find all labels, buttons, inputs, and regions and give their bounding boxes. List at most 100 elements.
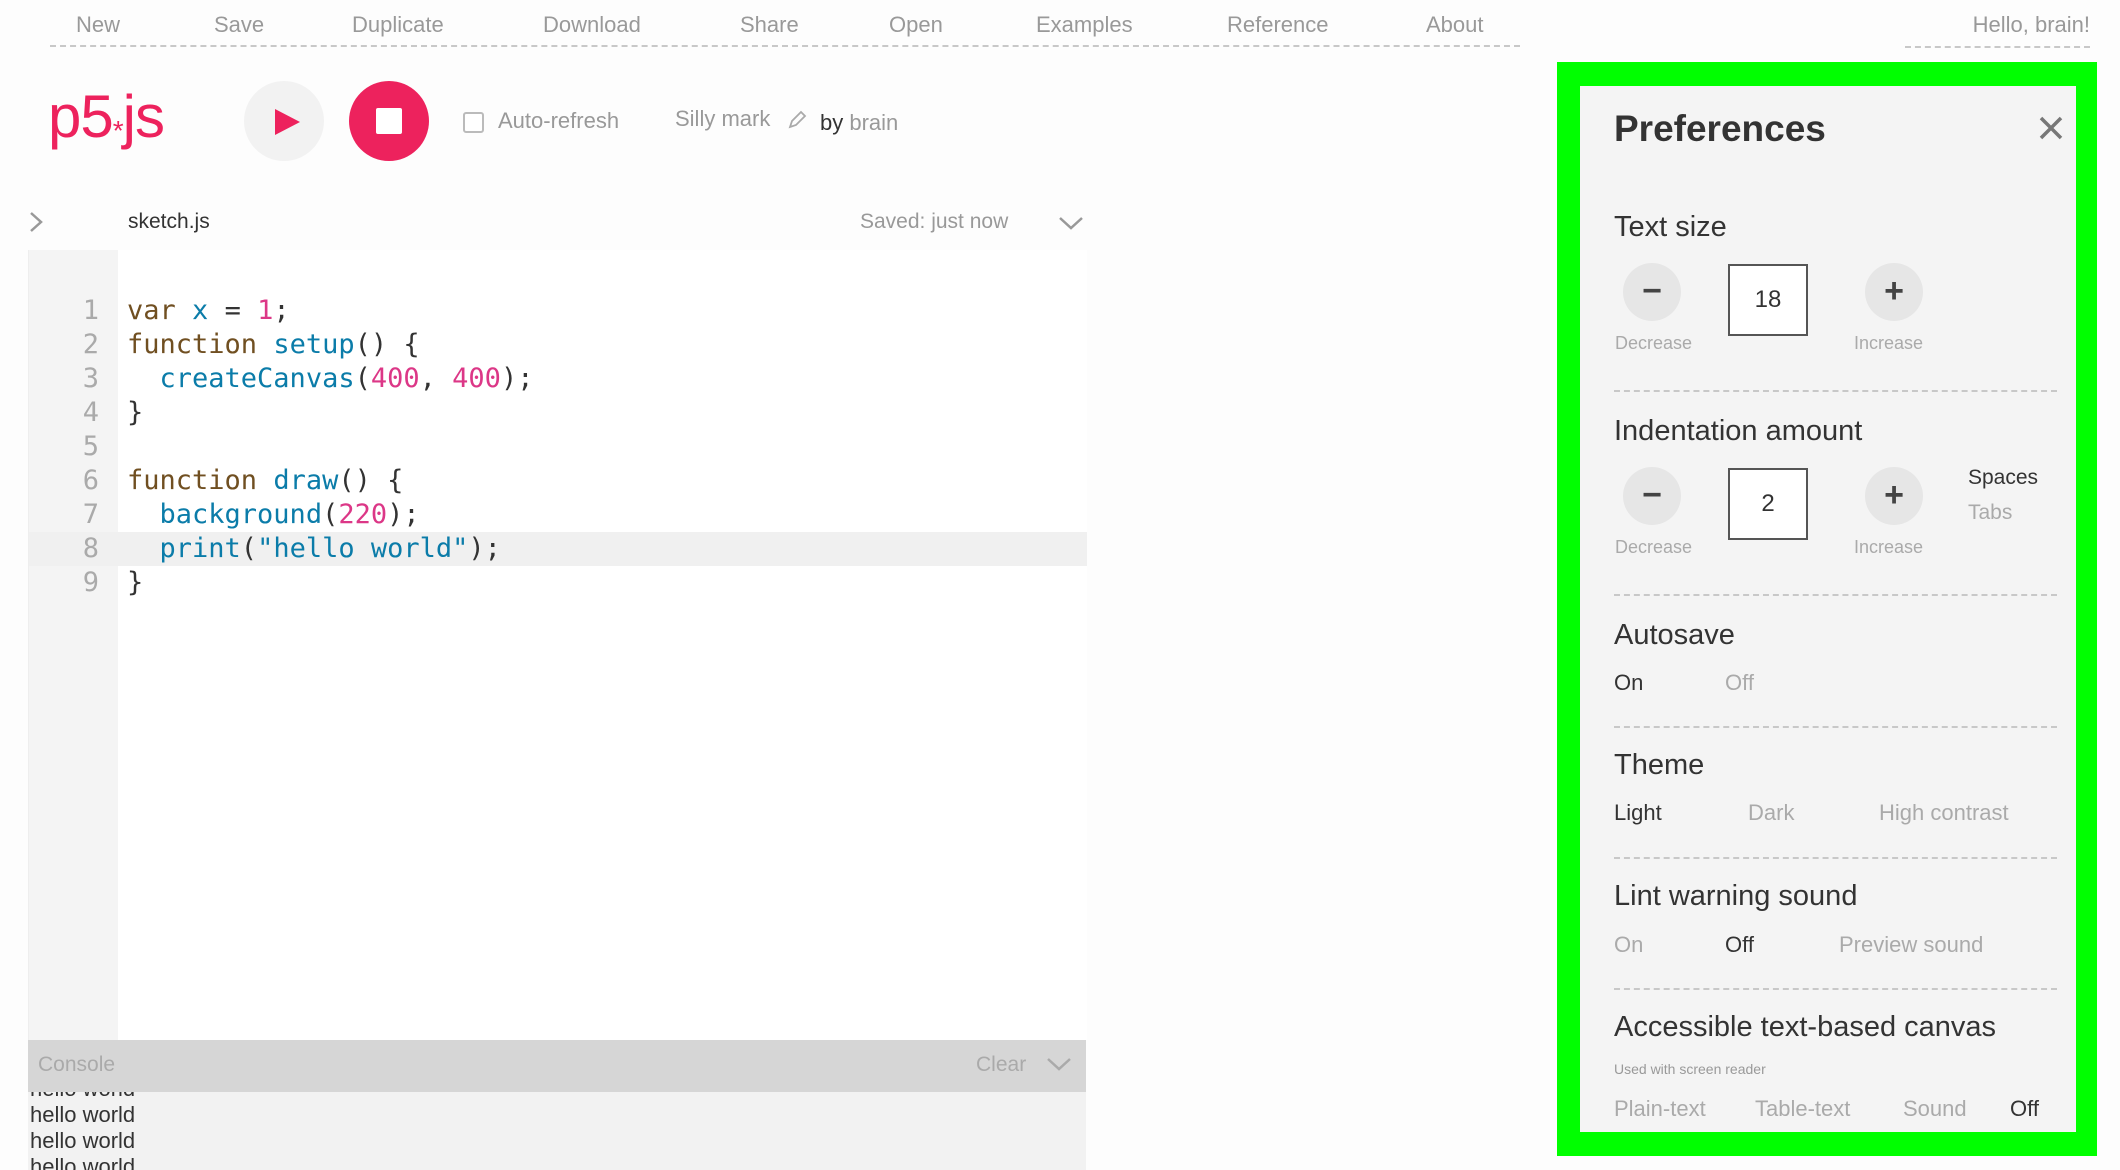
save-status: Saved: just now [860, 210, 1009, 233]
stop-button[interactable] [349, 81, 429, 161]
code-text[interactable]: var x = 1; [127, 294, 290, 328]
code-text[interactable]: createCanvas(400, 400); [127, 362, 534, 396]
auto-refresh-checkbox[interactable] [463, 112, 484, 133]
code-line[interactable]: 6 function draw() { [29, 464, 1087, 498]
nav-download[interactable]: Download [543, 12, 641, 38]
plus-icon: + [1884, 476, 1904, 514]
nav-reference[interactable]: Reference [1227, 12, 1329, 38]
autosave-title: Autosave [1614, 619, 1735, 651]
code-line[interactable]: 1 var x = 1; [29, 294, 1087, 328]
play-icon [275, 109, 300, 135]
indentation-input[interactable]: 2 [1728, 468, 1808, 540]
user-greeting[interactable]: Hello, brain! [1905, 12, 2090, 48]
code-text[interactable]: function setup() { [127, 328, 420, 362]
logo-star: * [112, 115, 124, 147]
divider [1614, 594, 2057, 596]
code-line[interactable]: 4} [29, 396, 1087, 430]
chevron-down-icon[interactable] [1046, 1056, 1072, 1072]
token-function: draw [273, 465, 339, 496]
code-text[interactable]: print("hello world"); [127, 532, 501, 566]
preview-sound-button[interactable]: Preview sound [1839, 932, 1983, 958]
text-size-decrease-button[interactable]: − [1623, 263, 1681, 321]
indentation-increase-button[interactable]: + [1865, 467, 1923, 525]
line-number: 4 [82, 397, 99, 428]
code-line[interactable]: 7 background(220); [29, 498, 1087, 532]
code-lines[interactable]: 1 var x = 1; 2 function setup() { 3 create… [29, 294, 1087, 600]
close-icon[interactable] [2038, 115, 2064, 141]
code-line[interactable]: 3 createCanvas(400, 400); [29, 362, 1087, 396]
indentation-decrease-button[interactable]: − [1623, 467, 1681, 525]
nav-about[interactable]: About [1426, 12, 1484, 38]
nav-save[interactable]: Save [214, 12, 264, 38]
lint-sound-title: Lint warning sound [1614, 880, 1858, 912]
top-nav: New Save Duplicate Download Share Open E… [50, 0, 1520, 47]
preferences-title: Preferences [1614, 108, 1826, 149]
text-size-input[interactable]: 18 [1728, 264, 1808, 336]
indentation-tabs-option[interactable]: Tabs [1968, 501, 2012, 525]
code-line[interactable]: 5 [29, 430, 1087, 464]
auto-refresh-label[interactable]: Auto-refresh [498, 108, 619, 134]
text-size-increase-label: Increase [1854, 333, 1924, 353]
theme-title: Theme [1614, 749, 1705, 781]
divider [1614, 726, 2057, 728]
token-number: 220 [338, 499, 388, 530]
chevron-right-icon[interactable] [28, 210, 44, 234]
chevron-down-icon[interactable] [1058, 215, 1084, 231]
divider [1614, 390, 2057, 392]
accessible-plain-text-option[interactable]: Plain-text [1614, 1096, 1706, 1122]
lint-sound-off-option[interactable]: Off [1725, 932, 1754, 958]
accessible-table-text-option[interactable]: Table-text [1755, 1096, 1850, 1122]
accessible-off-option[interactable]: Off [2010, 1096, 2039, 1122]
console-clear-button[interactable]: Clear [976, 1053, 1026, 1077]
code-line-active[interactable]: 8 print("hello world"); [29, 532, 1087, 566]
accessible-sound-option[interactable]: Sound [1903, 1096, 1967, 1122]
code-text[interactable]: background(220); [127, 498, 420, 532]
indentation-spaces-option[interactable]: Spaces [1968, 466, 2038, 490]
code-editor[interactable]: 1 var x = 1; 2 function setup() { 3 create… [28, 250, 1087, 1040]
pencil-icon[interactable] [787, 110, 807, 130]
line-number: 5 [82, 431, 99, 462]
text-size-title: Text size [1614, 211, 1727, 243]
autosave-off-option[interactable]: Off [1725, 670, 1754, 696]
minus-icon: − [1642, 272, 1662, 310]
console-title: Console [38, 1053, 116, 1076]
theme-light-option[interactable]: Light [1614, 800, 1662, 826]
code-line[interactable]: 9} [29, 566, 1087, 600]
token-keyword: function [127, 465, 258, 496]
token-variable: x [192, 295, 209, 326]
play-button[interactable] [244, 81, 324, 161]
nav-examples[interactable]: Examples [1036, 12, 1133, 38]
minus-icon: − [1642, 476, 1662, 514]
token-number: 1 [257, 295, 274, 326]
nav-new[interactable]: New [76, 12, 120, 38]
console-output[interactable]: hello world hello world hello world hell… [28, 1092, 1086, 1170]
text-size-decrease-label: Decrease [1615, 333, 1693, 353]
code-text[interactable]: } [127, 396, 143, 430]
line-number: 7 [82, 499, 99, 530]
code-line[interactable]: 2 function setup() { [29, 328, 1087, 362]
autosave-on-option[interactable]: On [1614, 670, 1643, 696]
text-size-increase-button[interactable]: + [1865, 263, 1923, 321]
sketch-name[interactable]: Silly mark [675, 106, 770, 132]
accessible-canvas-hint: Used with screen reader [1614, 1061, 1766, 1077]
logo-suffix: js [122, 83, 165, 150]
token-function: setup [273, 329, 355, 360]
by-label: by [820, 110, 844, 135]
nav-open[interactable]: Open [889, 12, 943, 38]
lint-sound-on-option[interactable]: On [1614, 932, 1643, 958]
line-number: 6 [82, 465, 99, 496]
code-text[interactable]: } [127, 566, 143, 600]
author-link[interactable]: brain [849, 110, 898, 135]
file-name[interactable]: sketch.js [128, 210, 210, 234]
line-number: 2 [82, 329, 99, 360]
nav-duplicate[interactable]: Duplicate [352, 12, 444, 38]
theme-high-contrast-option[interactable]: High contrast [1879, 800, 2009, 826]
nav-share[interactable]: Share [740, 12, 799, 38]
code-text[interactable]: function draw() { [127, 464, 403, 498]
token-keyword: var [127, 295, 176, 326]
token-string: "hello world" [257, 533, 469, 564]
author-line: by brain [820, 110, 898, 136]
theme-dark-option[interactable]: Dark [1748, 800, 1794, 826]
preferences-panel: Preferences Text size − Decrease 18 + In… [1580, 86, 2076, 1132]
token-function: createCanvas [159, 363, 355, 394]
